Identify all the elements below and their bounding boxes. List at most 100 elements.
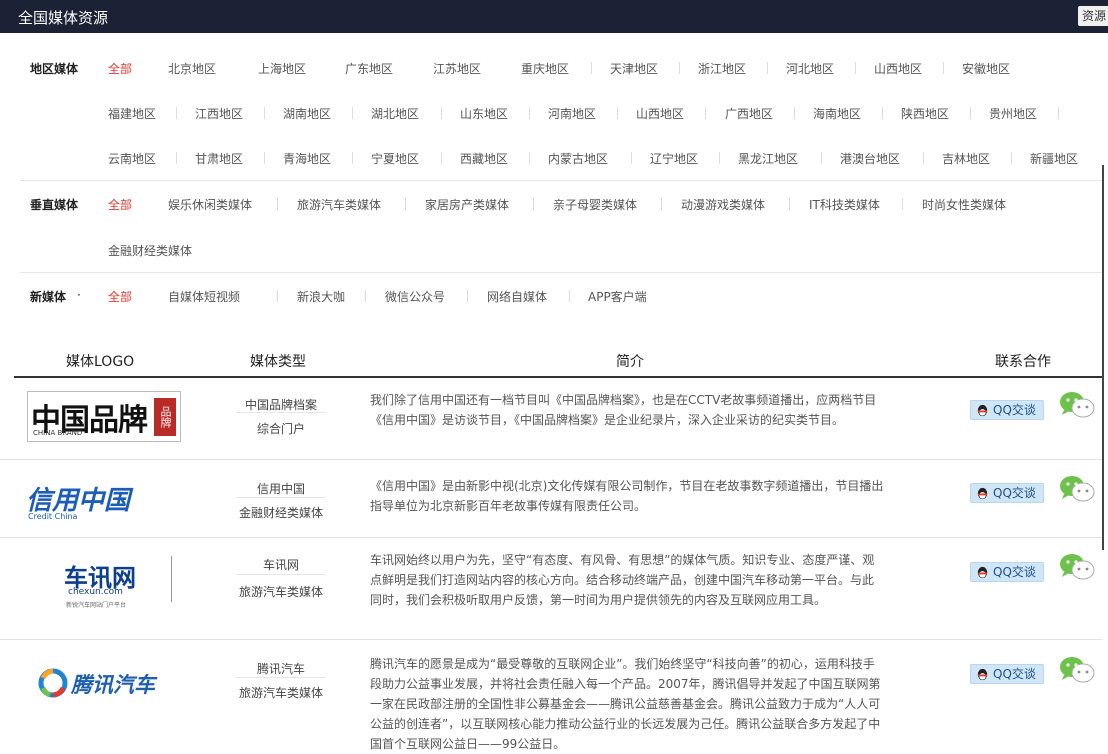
filter-region-option[interactable]: 甘肃地区 [195,150,243,167]
filter-region-option[interactable]: 辽宁地区 [650,150,698,167]
wechat-icon[interactable] [1058,390,1096,420]
filter-vertical-option[interactable]: IT科技类媒体 [809,196,880,213]
filter-region-option[interactable]: 河南地区 [548,105,596,122]
filter-region-option[interactable]: 山西地区 [636,105,684,122]
filter-region-option[interactable]: 广西地区 [725,105,773,122]
media-logo: 车讯网 chexun.com 新锐汽车网站门户平台 [40,556,175,609]
filter-vertical-option[interactable]: 动漫游戏类媒体 [681,196,765,213]
table-row: 车讯网 chexun.com 新锐汽车网站门户平台 车讯网 旅游汽车类媒体 车讯… [0,538,1108,640]
filter-region-option[interactable]: 黑龙江地区 [738,150,798,167]
media-intro: 我们除了信用中国还有一档节目叫《中国品牌档案》，也是在CCTV老故事频道播出，应… [370,393,877,427]
filter-vertical-option[interactable]: 亲子母婴类媒体 [553,196,637,213]
column-header-logo: 媒体LOGO [66,354,135,370]
wechat-icon[interactable] [1058,655,1096,685]
divider [365,290,366,302]
logo-stamp: 品牌 [154,398,176,436]
qq-chat-button[interactable]: QQ交谈 [970,483,1044,503]
filter-vertical-option[interactable]: 全部 [108,196,132,213]
filter-vertical-option[interactable]: 家居房产类媒体 [425,196,509,213]
tencent-logo-icon [38,668,68,698]
filter-vertical-option[interactable]: 金融财经类媒体 [108,242,192,259]
divider [441,152,442,164]
filter-region-option[interactable]: 浙江地区 [698,60,746,77]
media-type: 信用中国 金融财经类媒体 [210,460,352,538]
filter-region-option[interactable]: 山东地区 [460,105,508,122]
filter-region-option[interactable]: 江西地区 [195,105,243,122]
filter-region-option[interactable]: 北京地区 [168,60,216,77]
divider [1011,152,1012,164]
divider [679,62,680,74]
divider [705,107,706,119]
divider [1058,107,1059,119]
filter-region-label: 地区媒体 [30,62,79,76]
divider [569,290,570,302]
filter-new-media-option[interactable]: 全部 [108,288,132,305]
divider [529,152,530,164]
divider [902,198,903,210]
divider [794,107,795,119]
filter-region-option[interactable]: 天津地区 [610,60,658,77]
divider [264,107,265,119]
divider [821,152,822,164]
qq-chat-button[interactable]: QQ交谈 [970,400,1044,420]
filter-new-media-option[interactable]: 新浪大咖 [297,288,345,305]
divider [767,62,768,74]
bullet-icon: · [77,288,81,302]
filter-region-option[interactable]: 海南地区 [813,105,861,122]
filter-region-option[interactable]: 吉林地区 [942,150,990,167]
media-type: 腾讯汽车 旅游汽车类媒体 [210,640,352,754]
divider [661,198,662,210]
filter-new-media-option[interactable]: APP客户端 [588,288,647,305]
column-header-contact: 联系合作 [995,354,1051,370]
divider [789,198,790,210]
filter-region-option[interactable]: 内蒙古地区 [548,150,608,167]
filter-region-option[interactable]: 江苏地区 [433,60,481,77]
filter-region-option[interactable]: 云南地区 [108,150,156,167]
filter-new-media-option[interactable]: 网络自媒体 [487,288,547,305]
divider [533,198,534,210]
wechat-icon[interactable] [1058,474,1096,504]
top-bar: 全国媒体资源 资源 [0,0,1108,33]
filter-vertical-option[interactable]: 娱乐休闲类媒体 [168,196,252,213]
divider [529,107,530,119]
media-intro: 《信用中国》是由新影中视(北京)文化传媒有限公司制作，节目在老故事数字频道播出，… [370,479,884,513]
media-logo: 中国品牌 品牌 CHINA BRAND [27,391,181,442]
filter-region-option[interactable]: 湖南地区 [283,105,331,122]
filter-region-option[interactable]: 青海地区 [283,150,331,167]
filter-region-option[interactable]: 陕西地区 [901,105,949,122]
filter-region-option[interactable]: 宁夏地区 [371,150,419,167]
media-type: 车讯网 旅游汽车类媒体 [210,538,352,640]
filter-new-media-option[interactable]: 自媒体短视频 [168,288,240,305]
divider [882,107,883,119]
qq-penguin-icon [977,668,988,681]
divider [970,107,971,119]
filter-region-option[interactable]: 山西地区 [874,60,922,77]
wechat-icon[interactable] [1058,552,1096,582]
column-header-intro: 简介 [616,354,644,370]
filter-region-option[interactable]: 港澳台地区 [840,150,900,167]
qq-penguin-icon [977,566,988,579]
filter-region-option[interactable]: 新疆地区 [1030,150,1078,167]
top-right-button[interactable]: 资源 [1078,6,1108,26]
filter-new-media-option[interactable]: 微信公众号 [385,288,445,305]
page-title: 全国媒体资源 [18,9,109,27]
filter-region-option[interactable]: 全部 [108,60,132,77]
filter-region-option[interactable]: 贵州地区 [989,105,1037,122]
filter-region-option[interactable]: 安徽地区 [962,60,1010,77]
qq-penguin-icon [977,487,988,500]
filter-region-option[interactable]: 广东地区 [345,60,393,77]
qq-chat-button[interactable]: QQ交谈 [970,562,1044,582]
media-intro: 腾讯汽车的愿景是成为“最受尊敬的互联网企业”。我们始终坚守“科技向善”的初心，运… [370,657,881,751]
divider [277,198,278,210]
filter-region-option[interactable]: 湖北地区 [371,105,419,122]
filter-region-option[interactable]: 河北地区 [786,60,834,77]
divider [923,152,924,164]
filter-region-option[interactable]: 福建地区 [108,105,156,122]
divider [20,272,1102,273]
filter-vertical-option[interactable]: 旅游汽车类媒体 [297,196,381,213]
qq-chat-button[interactable]: QQ交谈 [970,664,1044,684]
filter-region-option[interactable]: 重庆地区 [521,60,569,77]
filter-region-option[interactable]: 上海地区 [258,60,306,77]
filter-vertical-option[interactable]: 时尚女性类媒体 [922,196,1006,213]
filter-region-option[interactable]: 西藏地区 [460,150,508,167]
